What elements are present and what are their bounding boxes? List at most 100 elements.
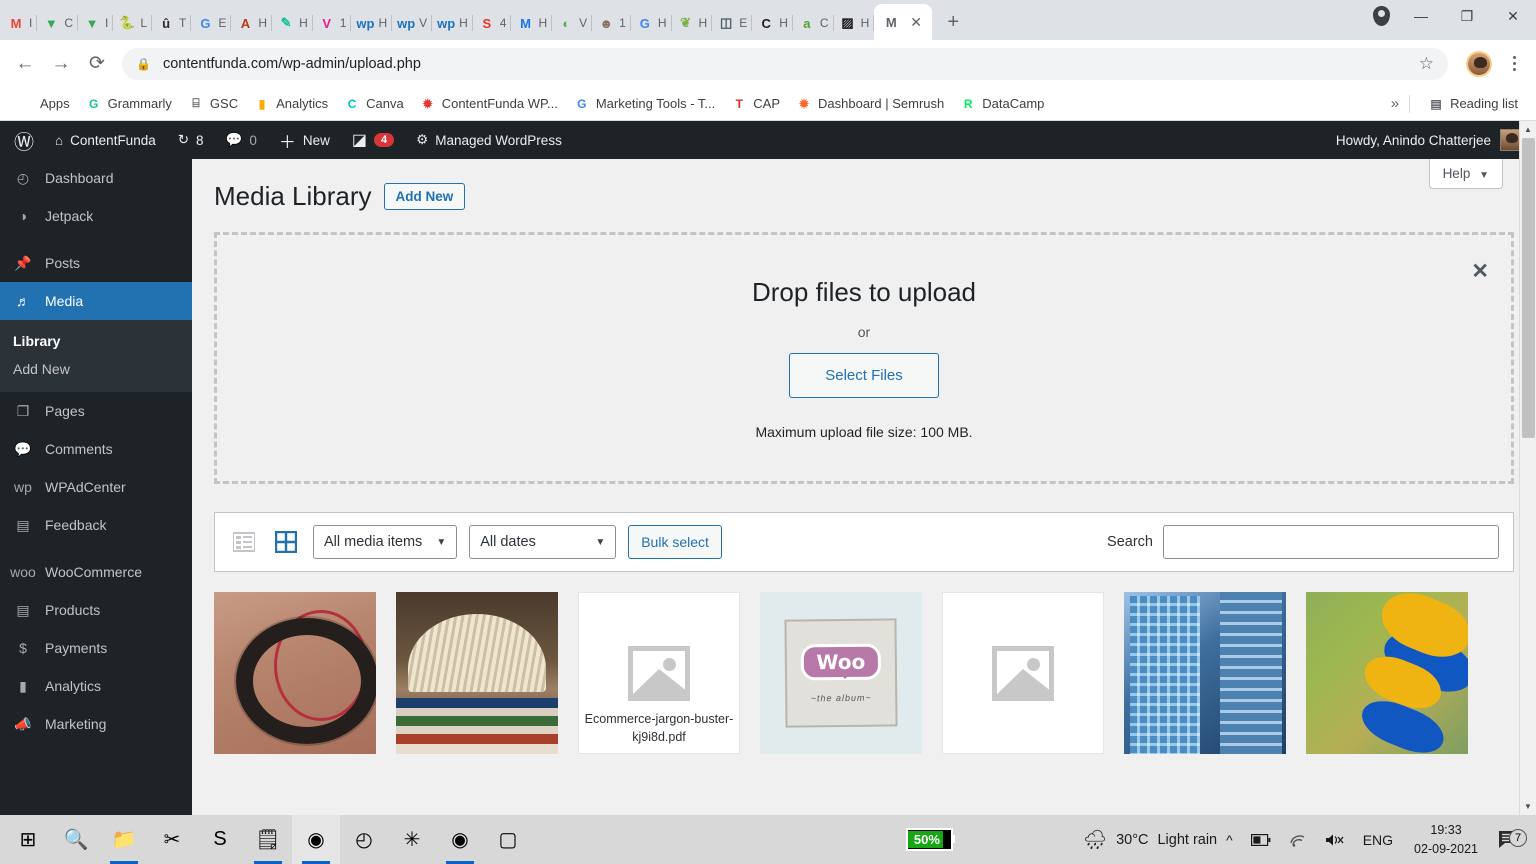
chrome-profile-icon[interactable]: ◉ bbox=[436, 815, 484, 864]
bulk-select-button[interactable]: Bulk select bbox=[628, 525, 722, 559]
browser-tab[interactable]: ❦ H bbox=[672, 6, 713, 40]
battery-icon[interactable] bbox=[1242, 833, 1280, 846]
reload-button[interactable]: ⟳ bbox=[80, 47, 114, 81]
media-item-woo[interactable]: Woo ~the album~ bbox=[760, 592, 922, 754]
list-view-icon[interactable] bbox=[229, 527, 259, 557]
sidebar-item-wpadcenter[interactable]: wp WPAdCenter bbox=[0, 468, 192, 506]
sidebar-item-jetpack[interactable]: ◑ Jetpack bbox=[0, 197, 192, 235]
account-menu[interactable]: Howdy, Anindo Chatterjee bbox=[1336, 129, 1536, 151]
browser-tab[interactable]: ▼ I bbox=[78, 6, 114, 40]
bookmark-item[interactable]: R DataCamp bbox=[952, 93, 1052, 115]
tab-close-icon[interactable]: ✕ bbox=[910, 14, 922, 31]
slack-icon[interactable]: ✳ bbox=[388, 815, 436, 864]
bookmark-item[interactable]: G Marketing Tools - T... bbox=[566, 93, 723, 115]
close-window-button[interactable]: ✕ bbox=[1490, 0, 1536, 32]
media-item-blank[interactable] bbox=[942, 592, 1104, 754]
media-type-filter[interactable]: All media items ▼ bbox=[313, 525, 458, 559]
browser-tab[interactable]: S4 bbox=[473, 6, 512, 40]
browser-tab[interactable]: AH bbox=[231, 6, 273, 40]
bookmark-item[interactable]: ✹ Dashboard | Semrush bbox=[788, 93, 952, 115]
sidebar-item-pages[interactable]: ❐ Pages bbox=[0, 392, 192, 430]
tray-expand-icon[interactable]: ^ bbox=[1217, 832, 1242, 848]
browser-tab[interactable]: ûT bbox=[152, 6, 192, 40]
browser-tab[interactable]: ▼ C bbox=[37, 6, 79, 40]
bookmark-item[interactable]: ⌸ GSC bbox=[180, 93, 246, 115]
snipping-tool-icon[interactable]: ✂ bbox=[148, 815, 196, 864]
browser-tab[interactable]: MH bbox=[511, 6, 553, 40]
sidebar-item-media[interactable]: ♬ Media bbox=[0, 282, 192, 320]
file-explorer-icon[interactable]: 📁 bbox=[100, 815, 148, 864]
windows-start-icon[interactable]: ⊞ bbox=[4, 815, 52, 864]
close-icon[interactable]: ✕ bbox=[1471, 259, 1489, 284]
profile-badge-icon[interactable] bbox=[1364, 0, 1398, 32]
sidebar-item-library[interactable]: Library bbox=[0, 327, 192, 355]
browser-tab[interactable]: MI bbox=[2, 6, 38, 40]
grid-view-icon[interactable] bbox=[271, 527, 301, 557]
add-new-button[interactable]: Add New bbox=[383, 183, 466, 210]
browser-tab[interactable]: GH bbox=[631, 6, 672, 40]
bookmark-star-icon[interactable]: ☆ bbox=[1419, 54, 1434, 74]
notification-center-button[interactable]: 7 bbox=[1490, 828, 1528, 850]
sidebar-item-marketing[interactable]: 📣 Marketing bbox=[0, 705, 192, 743]
volume-muted-icon[interactable] bbox=[1316, 833, 1354, 847]
scroll-down-arrow[interactable]: ▼ bbox=[1520, 798, 1536, 815]
reading-list-button[interactable]: ▤ Reading list bbox=[1420, 93, 1526, 115]
media-item-photo[interactable] bbox=[1124, 592, 1286, 754]
sidebar-item-woocommerce[interactable]: woo WooCommerce bbox=[0, 553, 192, 591]
messages-icon[interactable]: ▢ bbox=[484, 815, 532, 864]
bookmarks-overflow-icon[interactable]: » bbox=[1391, 95, 1399, 112]
sidebar-item-comments[interactable]: 💬 Comments bbox=[0, 430, 192, 468]
sidebar-item-payments[interactable]: $ Payments bbox=[0, 629, 192, 667]
search-input[interactable] bbox=[1163, 525, 1499, 559]
browser-tab[interactable]: aC bbox=[793, 6, 834, 40]
minimize-button[interactable]: — bbox=[1398, 0, 1444, 32]
browser-tab-active[interactable]: M ✕ bbox=[874, 4, 933, 40]
page-scrollbar[interactable]: ▲ ▼ bbox=[1519, 121, 1536, 815]
new-content-menu[interactable]: ＋ New bbox=[268, 121, 341, 159]
forward-button[interactable]: → bbox=[44, 47, 78, 81]
address-bar[interactable]: 🔒 contentfunda.com/wp-admin/upload.php ☆ bbox=[122, 47, 1448, 80]
comments-menu[interactable]: 💬 0 bbox=[215, 121, 268, 159]
weather-widget[interactable]: 🌧 30°C Light rain bbox=[1083, 828, 1217, 852]
media-item-document[interactable]: Ecommerce-jargon-buster-kj9i8d.pdf bbox=[578, 592, 740, 754]
scroll-up-arrow[interactable]: ▲ bbox=[1520, 121, 1536, 138]
bookmark-item[interactable]: ✹ ContentFunda WP... bbox=[412, 93, 566, 115]
chrome-icon[interactable]: ◉ bbox=[292, 815, 340, 864]
bookmark-item[interactable]: C Canva bbox=[336, 93, 412, 115]
user-avatar[interactable] bbox=[1466, 50, 1492, 77]
bookmark-item[interactable]: T CAP bbox=[723, 93, 788, 115]
help-button[interactable]: Help ▼ bbox=[1428, 159, 1503, 189]
jetpack-menu[interactable]: ◪ 4 bbox=[341, 121, 405, 159]
browser-tab[interactable]: ☻ 1 bbox=[592, 6, 631, 40]
browser-tab[interactable]: ▨ H bbox=[834, 6, 875, 40]
browser-tab[interactable]: 🐍 L bbox=[113, 6, 153, 40]
sidebar-item-products[interactable]: ▤ Products bbox=[0, 591, 192, 629]
updates-menu[interactable]: ↻ 8 bbox=[167, 121, 215, 159]
chrome-menu-button[interactable] bbox=[1500, 56, 1528, 71]
wifi-icon[interactable] bbox=[1280, 833, 1316, 847]
taskbar-clock[interactable]: 19:33 02-09-2021 bbox=[1402, 821, 1490, 857]
media-item-photo[interactable] bbox=[214, 592, 376, 754]
browser-tab[interactable]: ◐ V bbox=[552, 6, 593, 40]
bookmark-item[interactable]: Apps bbox=[10, 93, 78, 115]
bookmark-item[interactable]: G Grammarly bbox=[78, 93, 180, 115]
sidebar-item-add-new[interactable]: Add New bbox=[0, 355, 192, 383]
back-button[interactable]: ← bbox=[8, 47, 42, 81]
sidebar-item-dashboard[interactable]: ◴ Dashboard bbox=[0, 159, 192, 197]
sidebar-item-analytics[interactable]: ▮ Analytics bbox=[0, 667, 192, 705]
browser-tab[interactable]: wp V bbox=[392, 6, 433, 40]
skype-icon[interactable]: S bbox=[196, 815, 244, 864]
select-files-button[interactable]: Select Files bbox=[789, 352, 939, 398]
browser-tab[interactable]: wp H bbox=[432, 6, 473, 40]
site-name-menu[interactable]: ⌂ ContentFunda bbox=[44, 121, 167, 159]
browser-tab[interactable]: ✎ H bbox=[272, 6, 313, 40]
clock-app-icon[interactable]: ◴ bbox=[340, 815, 388, 864]
browser-tab[interactable]: GE bbox=[191, 6, 232, 40]
upload-dropzone[interactable]: ✕ Drop files to upload or Select Files M… bbox=[214, 232, 1514, 484]
browser-tab[interactable]: ◫ E bbox=[712, 6, 753, 40]
search-icon[interactable]: 🔍 bbox=[52, 815, 100, 864]
managed-wordpress-menu[interactable]: ⚙ Managed WordPress bbox=[405, 121, 573, 159]
media-item-photo[interactable] bbox=[1306, 592, 1468, 754]
browser-tab[interactable]: CH bbox=[752, 6, 793, 40]
wordpress-logo-icon[interactable]: Ⓦ bbox=[0, 121, 44, 159]
